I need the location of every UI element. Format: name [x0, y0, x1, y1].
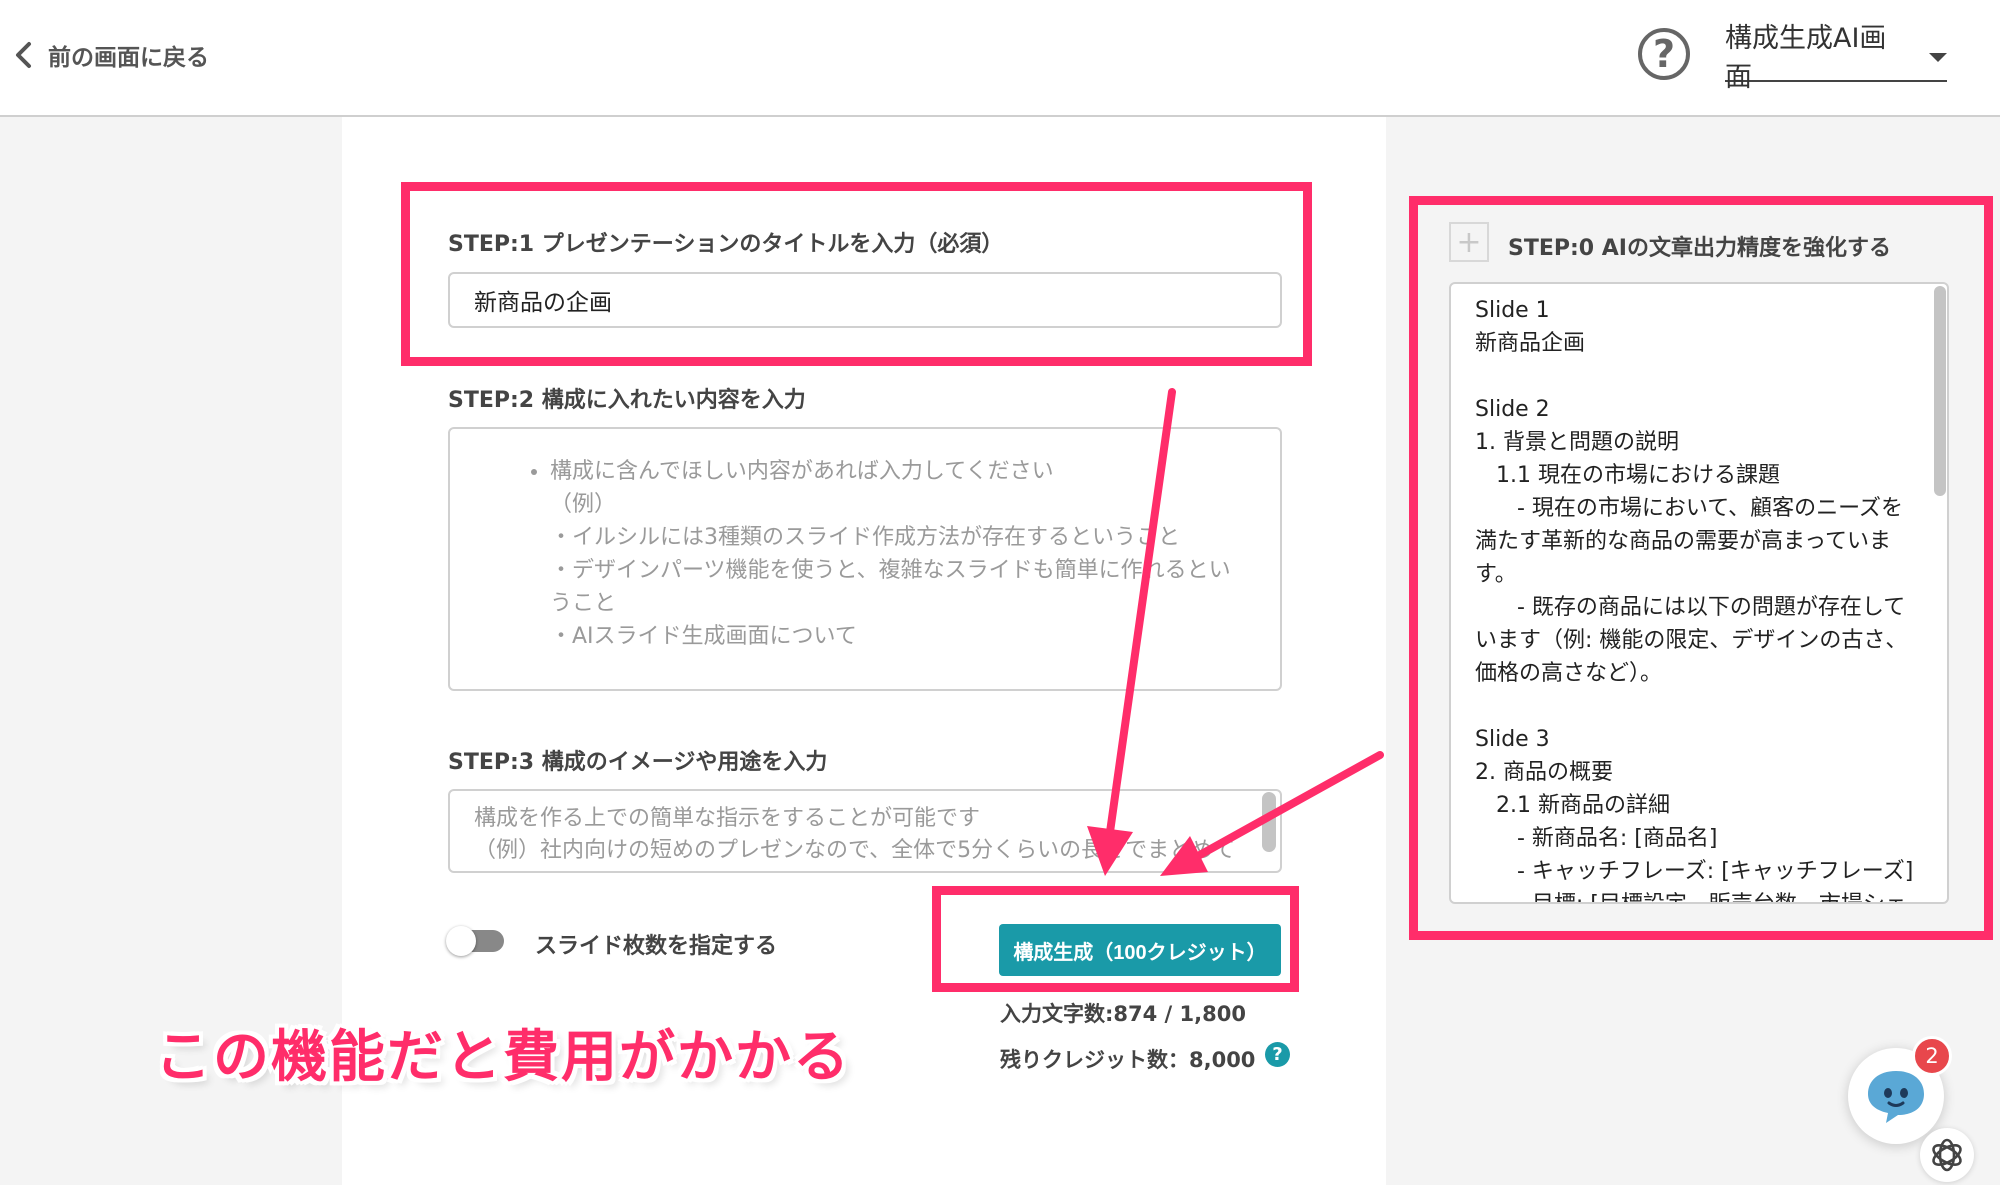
annotation-text: この機能だと費用がかかる: [155, 1025, 851, 1090]
chat-notification-badge: 2: [1912, 1036, 1952, 1076]
annotation-arrows: [1087, 388, 1384, 876]
arrow-line-1: [1106, 388, 1176, 836]
arrow-line-2: [1194, 751, 1384, 860]
openai-logo-icon: [1920, 1128, 1974, 1182]
chat-bot-icon: [1868, 1071, 1924, 1123]
arrow-head-1: [1087, 826, 1133, 876]
